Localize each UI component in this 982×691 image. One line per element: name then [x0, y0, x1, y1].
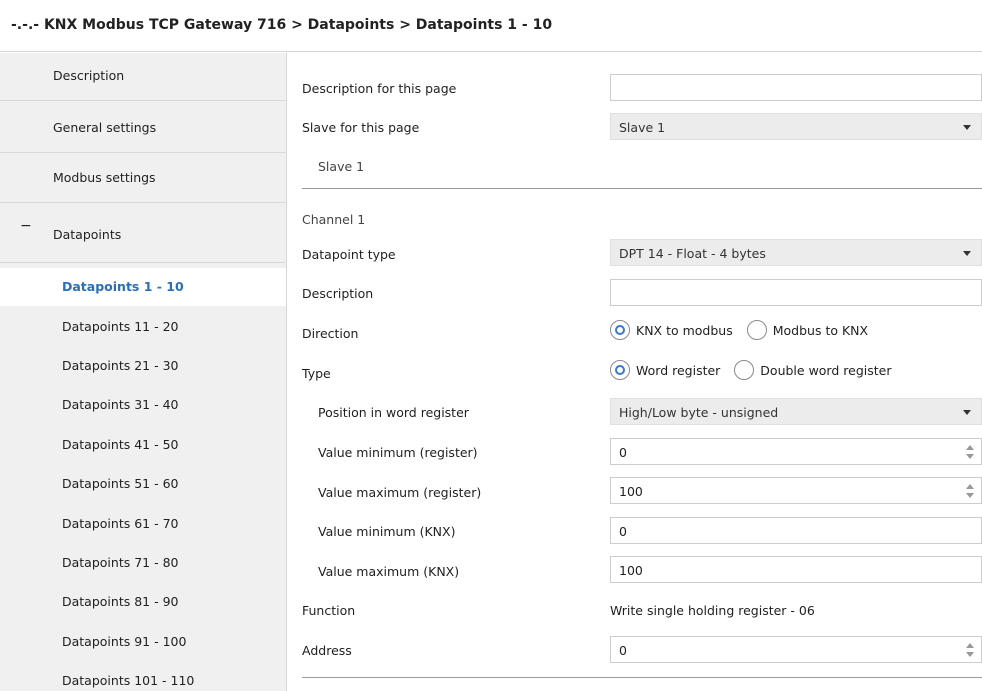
spin-arrows-icon[interactable] [966, 482, 974, 500]
sidebar-subitem-label: Datapoints 1 - 10 [62, 279, 184, 294]
vmax-reg-stepper[interactable]: 100 [610, 477, 982, 504]
chevron-down-icon [963, 410, 971, 415]
vmin-knx-input[interactable]: 0 [610, 517, 982, 544]
page-title: -.-.- KNX Modbus TCP Gateway 716 > Datap… [11, 17, 553, 33]
radio-label: Word register [636, 363, 721, 378]
sidebar-subitem-label: Datapoints 71 - 80 [62, 555, 179, 570]
radio-unselected-icon [746, 320, 767, 340]
position-select[interactable]: High/Low byte - unsigned [610, 398, 982, 425]
slave-heading: Slave 1 [318, 159, 365, 174]
sidebar-subitem-datapoints-31-40[interactable]: Datapoints 31 - 40 [0, 386, 286, 424]
direction-label: Direction [302, 326, 359, 341]
chevron-down-icon [963, 125, 971, 130]
select-value: High/Low byte - unsigned [619, 405, 779, 420]
divider [302, 188, 982, 189]
sidebar-subitem-datapoints-41-50[interactable]: Datapoints 41 - 50 [0, 426, 286, 464]
type-label: Type [302, 366, 331, 381]
spin-arrows-icon[interactable] [966, 443, 974, 461]
sidebar-subitem-datapoints-21-30[interactable]: Datapoints 21 - 30 [0, 347, 286, 385]
address-stepper[interactable]: 0 [610, 636, 982, 663]
vmin-reg-label: Value minimum (register) [318, 445, 478, 460]
radio-unselected-icon [734, 360, 755, 380]
description-input[interactable] [610, 279, 982, 306]
radio-label: Double word register [760, 363, 892, 378]
collapse-icon[interactable]: − [20, 218, 32, 234]
sidebar-subitem-datapoints-91-100[interactable]: Datapoints 91 - 100 [0, 623, 286, 661]
sidebar-item-label: Description [53, 68, 125, 83]
sidebar-subitem-label: Datapoints 21 - 30 [62, 358, 179, 373]
sidebar-subitem-datapoints-81-90[interactable]: Datapoints 81 - 90 [0, 583, 286, 621]
sidebar-subitem-datapoints-101-110[interactable]: Datapoints 101 - 110 [0, 662, 286, 691]
type-radio-double-word-register[interactable]: Double word register [734, 359, 891, 381]
title-bar: -.-.- KNX Modbus TCP Gateway 716 > Datap… [0, 0, 982, 52]
field-value: 0 [619, 524, 627, 539]
direction-radio-modbus-to-knx[interactable]: Modbus to KNX [746, 319, 869, 341]
sidebar-subitem-datapoints-71-80[interactable]: Datapoints 71 - 80 [0, 544, 286, 582]
divider [302, 677, 982, 678]
sidebar-item-label: Modbus settings [53, 170, 156, 185]
sidebar-item-label: Datapoints [53, 227, 122, 242]
select-value: Slave 1 [619, 120, 666, 135]
dpt-label: Datapoint type [302, 247, 396, 262]
select-value: DPT 14 - Float - 4 bytes [619, 246, 766, 261]
sidebar-item-general-settings[interactable]: General settings [0, 105, 286, 153]
vmin-knx-label: Value minimum (KNX) [318, 524, 456, 539]
sidebar-item-description[interactable]: Description [0, 53, 286, 101]
radio-label: Modbus to KNX [772, 323, 869, 338]
direction-radio-knx-to-modbus[interactable]: KNX to modbus [610, 319, 733, 341]
vmax-knx-label: Value maximum (KNX) [318, 564, 460, 579]
vmin-reg-stepper[interactable]: 0 [610, 438, 982, 465]
sidebar-subitem-label: Datapoints 101 - 110 [62, 673, 195, 688]
sidebar-subitem-label: Datapoints 31 - 40 [62, 397, 179, 412]
settings-panel: Description for this page Slave for this… [288, 53, 982, 691]
slave-label: Slave for this page [302, 120, 420, 135]
description-label: Description [302, 286, 374, 301]
chevron-down-icon [963, 251, 971, 256]
direction-radio-group: KNX to modbus Modbus to KNX [610, 319, 878, 343]
position-label: Position in word register [318, 405, 469, 420]
sidebar-subitem-label: Datapoints 91 - 100 [62, 634, 187, 649]
desc-page-input[interactable] [610, 74, 982, 101]
vmax-knx-input[interactable]: 100 [610, 556, 982, 583]
field-value: 0 [619, 445, 627, 460]
type-radio-group: Word register Double word register [610, 359, 901, 383]
sidebar-subitem-datapoints-51-60[interactable]: Datapoints 51 - 60 [0, 465, 286, 503]
function-label: Function [302, 603, 356, 618]
field-value: 100 [619, 484, 643, 499]
sidebar-subitem-label: Datapoints 41 - 50 [62, 437, 179, 452]
address-label: Address [302, 643, 352, 658]
spin-arrows-icon[interactable] [966, 641, 974, 659]
desc-page-label: Description for this page [302, 81, 457, 96]
channel-heading: Channel 1 [302, 212, 366, 227]
slave-select[interactable]: Slave 1 [610, 113, 982, 140]
dpt-select[interactable]: DPT 14 - Float - 4 bytes [610, 239, 982, 266]
sidebar-item-modbus-settings[interactable]: Modbus settings [0, 155, 286, 203]
sidebar-item-datapoints[interactable]: − Datapoints [0, 205, 286, 263]
sidebar-subitem-datapoints-11-20[interactable]: Datapoints 11 - 20 [0, 308, 286, 346]
radio-selected-icon [610, 320, 630, 340]
field-value: 100 [619, 563, 643, 578]
sidebar-subitem-label: Datapoints 51 - 60 [62, 476, 179, 491]
sidebar: Description General settings Modbus sett… [0, 53, 287, 691]
function-value: Write single holding register - 06 [610, 603, 815, 618]
sidebar-item-label: General settings [53, 120, 157, 135]
sidebar-subitem-datapoints-1-10[interactable]: Datapoints 1 - 10 [0, 268, 286, 306]
vmax-reg-label: Value maximum (register) [318, 485, 482, 500]
radio-selected-icon [610, 360, 630, 380]
radio-label: KNX to modbus [636, 323, 733, 338]
sidebar-subitem-label: Datapoints 11 - 20 [62, 319, 179, 334]
sidebar-subitem-label: Datapoints 61 - 70 [62, 516, 179, 531]
field-value: 0 [619, 643, 627, 658]
sidebar-subitem-label: Datapoints 81 - 90 [62, 594, 179, 609]
type-radio-word-register[interactable]: Word register [610, 359, 720, 381]
sidebar-subitem-datapoints-61-70[interactable]: Datapoints 61 - 70 [0, 505, 286, 543]
